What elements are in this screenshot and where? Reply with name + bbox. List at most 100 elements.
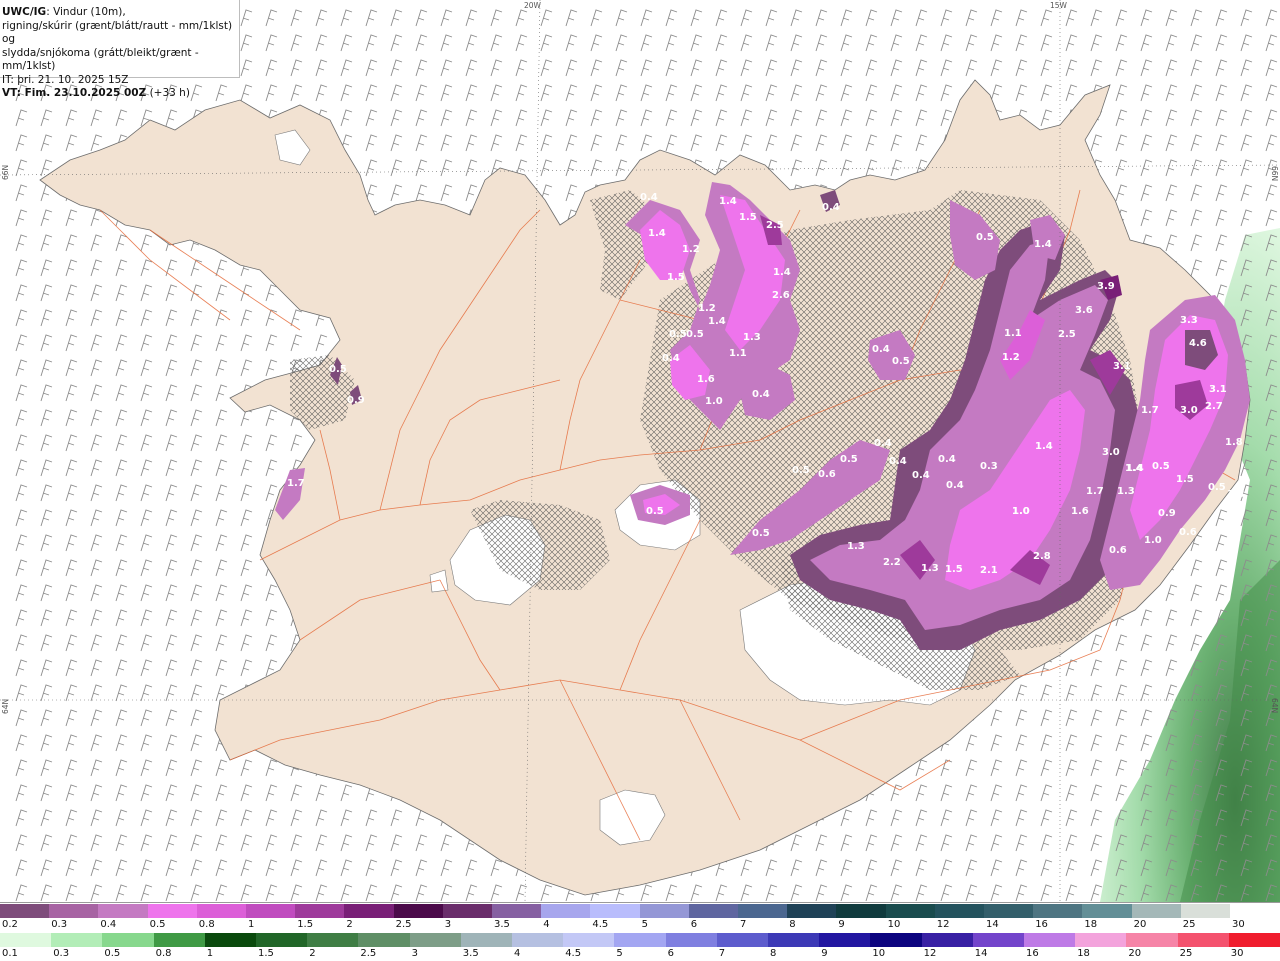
wind-barb xyxy=(140,609,153,627)
legend-label: 9 xyxy=(821,948,828,959)
legend-label: 20 xyxy=(1128,948,1142,959)
wind-barb xyxy=(390,884,403,902)
precip-value-label: 0.6 xyxy=(1109,545,1127,556)
wind-barb xyxy=(1190,259,1203,277)
wind-barb xyxy=(765,84,778,102)
precip-value-label: 1.2 xyxy=(1002,352,1020,363)
wind-barb xyxy=(1265,209,1278,227)
wind-barb xyxy=(165,359,178,377)
legend-swatch xyxy=(1131,904,1181,918)
wind-barb xyxy=(140,559,153,577)
wind-barb xyxy=(865,809,878,827)
wind-barb xyxy=(290,309,303,327)
valid-time-line: VT: Fim. 23.10.2025 00Z (+33 h) xyxy=(2,87,239,101)
wind-barb xyxy=(215,659,228,677)
wind-barb xyxy=(1040,9,1053,27)
wind-barb xyxy=(65,209,78,227)
wind-barb xyxy=(815,84,828,102)
wind-barb xyxy=(165,759,178,777)
precip-value-label: 1.4 xyxy=(773,267,791,278)
wind-barb xyxy=(1165,234,1178,252)
wind-barb xyxy=(140,659,153,677)
wind-barb xyxy=(865,34,878,52)
wind-barb xyxy=(790,34,803,52)
wind-barb xyxy=(515,84,528,102)
wind-barb xyxy=(215,859,228,877)
wind-barb xyxy=(1240,184,1253,202)
wind-barb xyxy=(15,759,28,777)
wind-barb xyxy=(90,859,103,877)
wind-barb xyxy=(90,759,103,777)
wind-barb xyxy=(1140,709,1153,727)
wind-barb xyxy=(740,859,753,877)
wind-barb xyxy=(215,384,228,402)
wind-barb xyxy=(165,784,178,802)
wind-barb xyxy=(765,109,778,127)
wind-barb xyxy=(190,809,203,827)
wind-barb xyxy=(215,584,228,602)
precip-value-label: 0.6 xyxy=(818,469,836,480)
wind-barb xyxy=(1240,34,1253,52)
precip-value-label: 0.4 xyxy=(872,344,890,355)
wind-barb xyxy=(140,709,153,727)
precip-value-label: 0.5 xyxy=(646,506,664,517)
wind-barb xyxy=(840,109,853,127)
wind-barb xyxy=(790,59,803,77)
wind-barb xyxy=(840,84,853,102)
wind-barb xyxy=(15,559,28,577)
forecast-map[interactable]: 20W 15W 66N 64N 66N 64N 0.4 1.4 1.5 2.5 0.4 1… xyxy=(0,0,1280,902)
wind-barb xyxy=(1140,109,1153,127)
wind-barb xyxy=(965,759,978,777)
legend-label: 16 xyxy=(1035,919,1048,930)
wind-barb xyxy=(715,84,728,102)
legend-swatch xyxy=(870,933,922,947)
wind-barb xyxy=(40,534,53,552)
wind-barb xyxy=(440,834,453,852)
wind-barb xyxy=(565,184,578,202)
wind-barb xyxy=(215,434,228,452)
legend-label: 4 xyxy=(514,948,521,959)
wind-barb xyxy=(140,834,153,852)
wind-barb xyxy=(115,234,128,252)
precip-value-label: 1.5 xyxy=(667,272,685,283)
wind-barb xyxy=(515,9,528,27)
wind-barb xyxy=(865,834,878,852)
wind-barb xyxy=(15,509,28,527)
legend-swatch xyxy=(590,904,640,918)
legend-label: 3.5 xyxy=(494,919,510,930)
wind-barb xyxy=(315,784,328,802)
precip-value-label: 2.8 xyxy=(1033,551,1051,562)
wind-barb xyxy=(990,709,1003,727)
wind-barb xyxy=(415,159,428,177)
wind-barb xyxy=(615,34,628,52)
wind-barb xyxy=(665,109,678,127)
wind-barb xyxy=(690,84,703,102)
wind-barb xyxy=(140,884,153,902)
wind-barb xyxy=(940,59,953,77)
legend-label: 16 xyxy=(1026,948,1039,959)
legend-swatch xyxy=(1177,933,1229,947)
legend-label: 7 xyxy=(718,948,726,959)
wind-barb xyxy=(1040,109,1053,127)
wind-barb xyxy=(315,809,328,827)
wind-barb xyxy=(165,559,178,577)
wind-barb xyxy=(240,434,253,452)
wind-barb xyxy=(190,534,203,552)
wind-barb xyxy=(665,134,678,152)
wind-barb xyxy=(140,259,153,277)
wind-barb xyxy=(115,109,128,127)
wind-barb xyxy=(115,709,128,727)
wind-barb xyxy=(1065,709,1078,727)
wind-barb xyxy=(1065,884,1078,902)
wind-barb xyxy=(1190,59,1203,77)
wind-barb xyxy=(790,834,803,852)
wind-barb xyxy=(15,159,28,177)
wind-barb xyxy=(965,59,978,77)
wind-barb xyxy=(840,9,853,27)
legend-label: 0.8 xyxy=(155,948,172,959)
wind-barb xyxy=(915,809,928,827)
wind-barb xyxy=(190,409,203,427)
wind-barb xyxy=(390,134,403,152)
precip-value-label: 0.5 xyxy=(792,465,810,476)
precip-value-label: 0.4 xyxy=(752,389,770,400)
